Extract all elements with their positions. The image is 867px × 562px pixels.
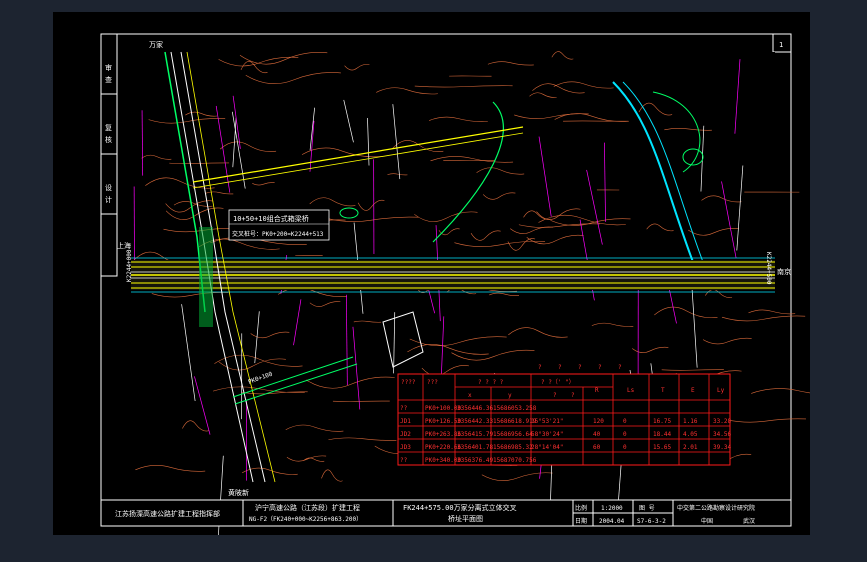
table-cell: JD3 bbox=[400, 444, 411, 451]
table-title-mark: ? bbox=[538, 364, 542, 371]
cad-model-viewport[interactable]: 1 审 查 复 核 设 计 10+50+10组合式箱梁桥 交叉桩号：PK0+20… bbox=[53, 12, 810, 535]
table-title-mark: ? bbox=[598, 364, 602, 371]
table-header: ??? bbox=[427, 379, 438, 386]
sheet-number: 1 bbox=[779, 41, 783, 49]
table-cell: 40 bbox=[593, 431, 601, 438]
designer-city-a: 中国 bbox=[701, 517, 713, 525]
drawing-title-1: FK244+575.00万家分离式立体交叉 bbox=[403, 503, 517, 512]
main-highway bbox=[131, 257, 775, 293]
table-header: y bbox=[508, 392, 512, 399]
table-cell: 3356401.78 bbox=[457, 444, 494, 451]
table-cell: 15686956.64 bbox=[493, 431, 533, 438]
table-cell: 28°14'04" bbox=[531, 444, 564, 451]
table-header: Ly bbox=[717, 387, 725, 394]
table-cell: 15686985.32 bbox=[493, 444, 533, 451]
table-cell: 58°30'24" bbox=[531, 431, 564, 438]
figure-number-value: S7-6-3-2 bbox=[637, 518, 666, 525]
table-cell: 60 bbox=[593, 444, 601, 451]
strip-label-6: 计 bbox=[105, 195, 112, 204]
table-header: ? bbox=[571, 392, 575, 399]
bottom-place-label: 黄陂新 bbox=[228, 488, 249, 497]
scale-label: 比例 bbox=[575, 504, 587, 512]
table-cell: JD1 bbox=[400, 418, 411, 425]
title-project-line1: 沪宁高速公路（江苏段）扩建工程 bbox=[255, 503, 360, 512]
table-header: ? ? ? ? bbox=[478, 379, 504, 386]
date-value: 2004.04 bbox=[599, 518, 625, 525]
table-title-mark: ? bbox=[618, 364, 622, 371]
strip-label-5: 设 bbox=[105, 183, 112, 192]
right-route-name: 南京 bbox=[777, 267, 791, 276]
drawing-title-2: 桥址平面图 bbox=[448, 514, 483, 523]
table-cell: 15°53'21" bbox=[531, 418, 564, 425]
scale-value: 1:2000 bbox=[601, 505, 623, 512]
table-cell: JD2 bbox=[400, 431, 411, 438]
table-cell: 15686053.258 bbox=[493, 405, 537, 412]
table-header: Ls bbox=[627, 387, 635, 394]
table-cell: 15.65 bbox=[653, 444, 671, 451]
bridge-annotation-title: 10+50+10组合式箱梁桥 bbox=[233, 214, 309, 223]
table-header: R bbox=[595, 387, 599, 394]
left-route-name: 上海 bbox=[117, 241, 131, 250]
strip-label-2: 查 bbox=[105, 75, 112, 84]
table-cell: 15687070.756 bbox=[493, 457, 537, 464]
right-route-station: K2244+500 bbox=[765, 252, 772, 285]
table-cell: 0 bbox=[623, 431, 627, 438]
table-cell: 18.44 bbox=[653, 431, 671, 438]
table-cell: 120 bbox=[593, 418, 604, 425]
title-left-org: 江苏扬溧高速公路扩建工程指挥部 bbox=[115, 509, 220, 518]
table-header: ? ?（' "） bbox=[541, 379, 575, 386]
curve-element-table: ????????????? ? ? ?? ?（' "）R Ls T E Lyx y????… bbox=[397, 364, 731, 466]
table-cell: 33.28 bbox=[713, 418, 731, 425]
table-cell: 3356442.33 bbox=[457, 418, 494, 425]
date-label: 日期 bbox=[575, 517, 587, 525]
designer-org: 中交第二公路勘察设计研究院 bbox=[677, 504, 755, 512]
strip-label-3: 复 bbox=[105, 123, 112, 132]
strip-label-1: 审 bbox=[105, 63, 112, 72]
strip-label-4: 核 bbox=[105, 135, 112, 144]
top-place-label: 万家 bbox=[149, 40, 163, 49]
table-cell: 1.16 bbox=[683, 418, 698, 425]
table-cell: 34.56 bbox=[713, 431, 731, 438]
table-cell: ?? bbox=[400, 457, 408, 464]
table-cell: ?? bbox=[400, 405, 408, 412]
table-header: x bbox=[468, 392, 472, 399]
table-cell: 39.34 bbox=[713, 444, 731, 451]
title-project-line2: NG-F2（FK240+000~K2256+863.200） bbox=[249, 516, 362, 523]
table-cell: 16.75 bbox=[653, 418, 671, 425]
table-cell: 0 bbox=[623, 444, 627, 451]
figure-number-label: 图 号 bbox=[639, 505, 655, 512]
table-cell: 3356446.36 bbox=[457, 405, 494, 412]
bridge-annotation-station: 交叉桩号：PK0+200=K2244+513 bbox=[232, 230, 324, 238]
table-header: E bbox=[691, 387, 695, 394]
table-cell: 0 bbox=[623, 418, 627, 425]
designer-city-b: 武汉 bbox=[743, 517, 755, 525]
table-title-mark: ? bbox=[578, 364, 582, 371]
table-header: T bbox=[661, 387, 665, 394]
left-route-station: K2244+000 bbox=[126, 249, 133, 282]
table-cell: 3356376.49 bbox=[457, 457, 494, 464]
table-cell: 3356415.79 bbox=[457, 431, 494, 438]
title-block: 江苏扬溧高速公路扩建工程指挥部 沪宁高速公路（江苏段）扩建工程 NG-F2（FK… bbox=[100, 499, 792, 527]
table-cell: 2.01 bbox=[683, 444, 698, 451]
table-header: ? bbox=[553, 392, 557, 399]
table-header: ???? bbox=[401, 379, 416, 386]
table-title-mark: ? bbox=[558, 364, 562, 371]
table-cell: 4.05 bbox=[683, 431, 698, 438]
